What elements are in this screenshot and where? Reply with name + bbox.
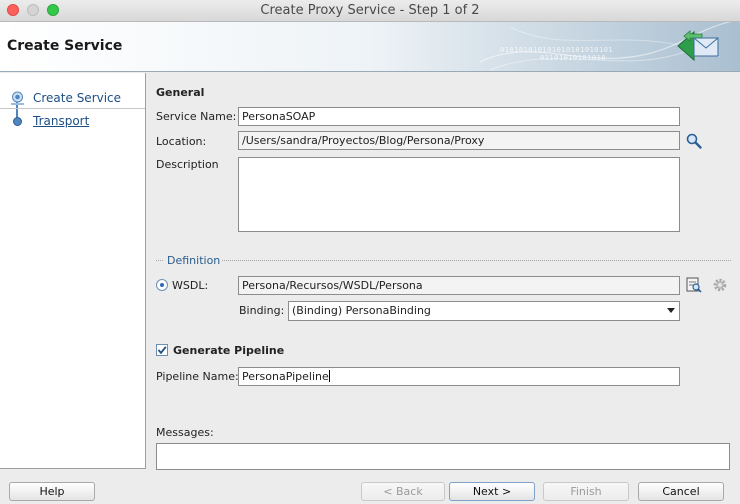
nav-item-label: Transport (33, 114, 90, 128)
page-title: Create Service (7, 38, 123, 54)
definition-divider (156, 260, 731, 261)
nav-item-label: Create Service (33, 91, 122, 105)
messages-box (156, 443, 730, 470)
cancel-button[interactable]: Cancel (638, 482, 724, 501)
help-button[interactable]: Help (9, 482, 95, 501)
location-input[interactable]: /Users/sandra/Proyectos/Blog/Persona/Pro… (238, 131, 680, 150)
checkmark-icon (157, 346, 167, 355)
binding-label: Binding: (239, 304, 285, 317)
messages-label: Messages: (156, 426, 214, 439)
generate-pipeline-checkbox[interactable] (156, 344, 168, 356)
back-button[interactable]: < Back (361, 482, 445, 501)
service-name-label: Service Name: (156, 110, 237, 123)
step-icon (13, 117, 22, 126)
pipeline-name-label: Pipeline Name: (156, 370, 239, 383)
pipeline-name-value: PersonaPipeline (242, 370, 329, 383)
finish-button[interactable]: Finish (543, 482, 629, 501)
next-button[interactable]: Next > (449, 482, 535, 501)
nav-item-transport[interactable]: Transport (0, 110, 145, 132)
wizard-header: Create Service 010101010101010101010101 … (0, 22, 740, 72)
description-textarea[interactable] (238, 157, 680, 232)
chevron-down-icon (667, 308, 675, 313)
location-label: Location: (156, 135, 207, 148)
wizard-content: General Service Name: PersonaSOAP Locati… (147, 73, 740, 470)
general-section-title: General (156, 86, 205, 99)
service-name-input[interactable]: PersonaSOAP (238, 107, 680, 126)
magnifier-icon[interactable] (685, 132, 703, 150)
text-caret (328, 370, 330, 382)
current-step-icon (11, 91, 24, 105)
envelope-arrows-icon (677, 30, 719, 62)
window-titlebar: Create Proxy Service - Step 1 of 2 (0, 0, 740, 22)
wizard-steps-nav: Create Service Transport (0, 73, 146, 469)
nav-item-create-service[interactable]: Create Service (0, 87, 145, 109)
wsdl-radio[interactable] (156, 279, 168, 291)
description-label: Description (156, 158, 219, 171)
binary-decoration-2: 01101010101010 (540, 54, 607, 62)
wsdl-input[interactable]: Persona/Recursos/WSDL/Persona (238, 276, 680, 295)
wizard-footer: Help < Back Next > Finish Cancel (0, 470, 740, 504)
wsdl-label: WSDL: (172, 279, 209, 292)
pipeline-name-input[interactable]: PersonaPipeline (238, 367, 680, 386)
binding-select[interactable]: (Binding) PersonaBinding (288, 301, 680, 321)
document-browse-icon[interactable] (685, 276, 703, 294)
binary-decoration: 010101010101010101010101 (500, 46, 614, 54)
binding-selected-value: (Binding) PersonaBinding (292, 304, 431, 317)
window-title: Create Proxy Service - Step 1 of 2 (260, 3, 480, 18)
gear-icon[interactable] (711, 276, 729, 294)
definition-section-title: Definition (167, 254, 221, 267)
generate-pipeline-label: Generate Pipeline (173, 344, 285, 357)
